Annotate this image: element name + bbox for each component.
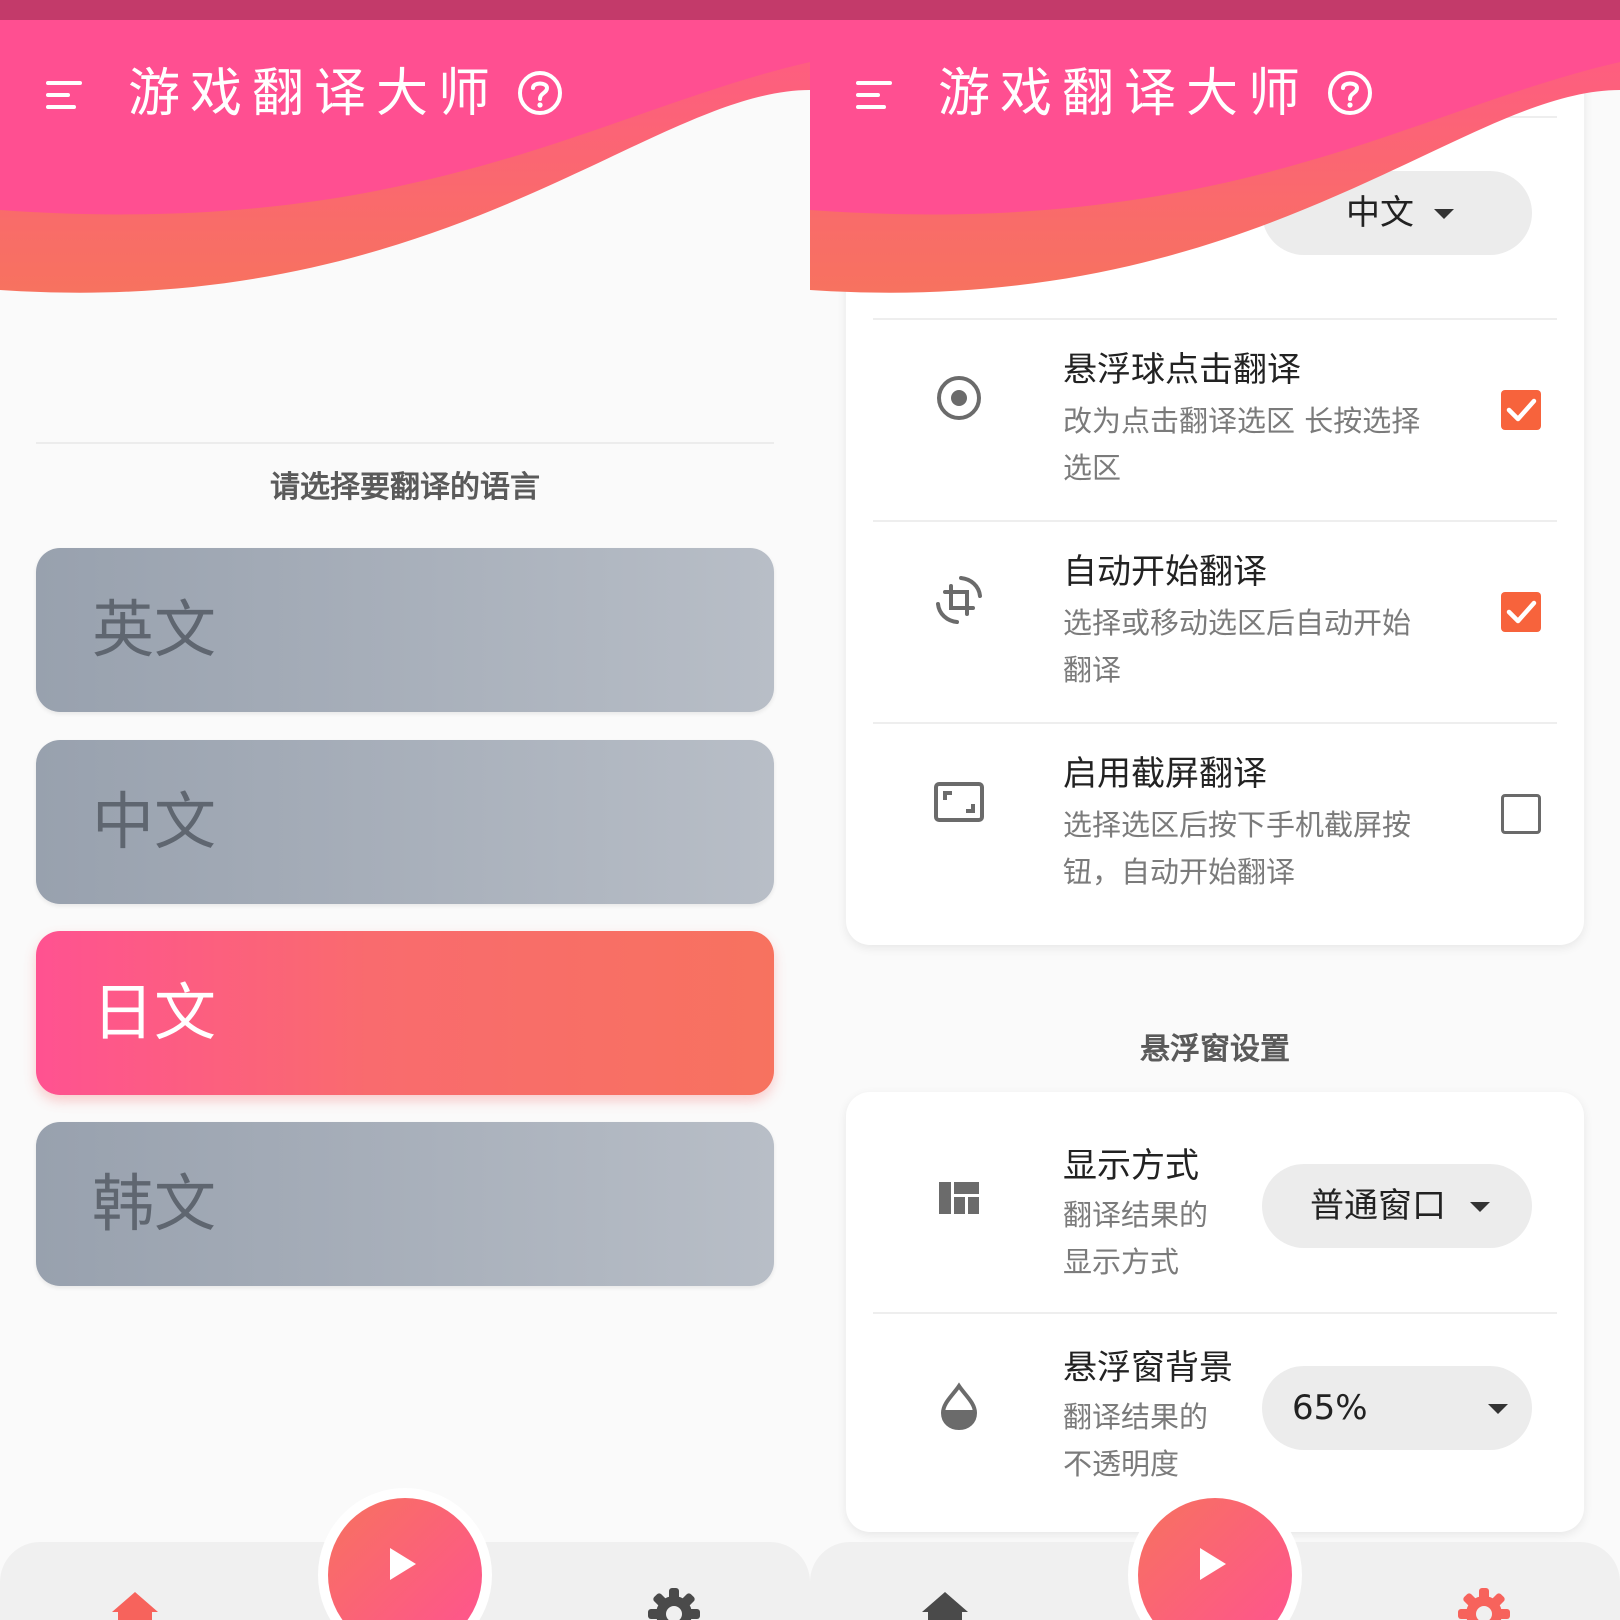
chevron-down-icon: [1488, 1404, 1508, 1414]
setting-title: 悬浮球点击翻译: [1063, 350, 1301, 390]
play-icon: [390, 1548, 416, 1580]
setting-title: 显示方式: [1063, 1146, 1199, 1186]
help-icon[interactable]: [516, 69, 564, 117]
setting-title: 悬浮窗背景: [1063, 1348, 1233, 1388]
setting-description: 翻译结果的不透明度: [1063, 1400, 1209, 1481]
background-opacity-dropdown[interactable]: 65%: [1262, 1366, 1532, 1450]
status-bar: [810, 0, 1620, 20]
setting-row-auto-translate[interactable]: 自动开始翻译 选择或移动选区后自动开始翻译: [873, 520, 1557, 722]
setting-description: 改为点击翻译选区 长按选择选区: [1063, 404, 1421, 485]
setting-description: 翻译结果的显示方式: [1063, 1198, 1209, 1279]
app-bar: 游戏翻译大师: [810, 55, 1620, 135]
menu-icon[interactable]: [44, 77, 84, 113]
gear-icon[interactable]: [648, 1588, 700, 1620]
home-icon[interactable]: [920, 1590, 970, 1620]
setting-row-screenshot-translate[interactable]: 启用截屏翻译 选择选区后按下手机截屏按钮，自动开始翻译: [873, 722, 1557, 924]
language-heading: 请选择要翻译的语言: [270, 470, 540, 505]
checkbox-unchecked[interactable]: [1501, 794, 1541, 834]
opacity-drop-icon: [940, 1382, 978, 1431]
checkbox-checked[interactable]: [1501, 390, 1541, 430]
setting-description: 选择或移动选区后自动开始翻译: [1063, 606, 1412, 687]
app-bar: 游戏翻译大师: [0, 55, 810, 135]
language-option-japanese[interactable]: 日文: [36, 931, 774, 1095]
language-option-chinese[interactable]: 中文: [36, 740, 774, 904]
play-icon: [1200, 1548, 1226, 1580]
crop-rotate-icon: [936, 576, 982, 624]
language-screen: 游戏翻译大师 请选择要翻译的语言 英文 中文 日文 韩文: [0, 0, 810, 1620]
display-mode-dropdown[interactable]: 普通窗口: [1262, 1164, 1532, 1248]
app-title: 游戏翻译大师: [938, 64, 1311, 124]
help-icon[interactable]: [1326, 69, 1374, 117]
setting-title: 自动开始翻译: [1063, 552, 1267, 592]
start-translate-fab[interactable]: [318, 1488, 492, 1620]
app-title: 游戏翻译大师: [128, 64, 501, 124]
language-option-label: 英文: [92, 593, 217, 666]
home-icon[interactable]: [110, 1590, 160, 1620]
setting-row-display-mode: 显示方式 翻译结果的显示方式 普通窗口: [873, 1092, 1557, 1312]
setting-description: 选择选区后按下手机截屏按钮，自动开始翻译: [1063, 808, 1412, 889]
language-option-english[interactable]: 英文: [36, 548, 774, 712]
language-option-korean[interactable]: 韩文: [36, 1122, 774, 1286]
screenshot-frame-icon: [934, 782, 984, 822]
setting-title: 启用截屏翻译: [1063, 754, 1267, 794]
section-title-floating-window: 悬浮窗设置: [1140, 1032, 1290, 1067]
layout-grid-icon: [939, 1182, 979, 1214]
floating-window-card: 显示方式 翻译结果的显示方式 普通窗口 悬浮窗背景 翻译结果的不透明度 65%: [846, 1092, 1584, 1532]
setting-row-float-ball-click[interactable]: 悬浮球点击翻译 改为点击翻译选区 长按选择选区: [873, 318, 1557, 520]
checkbox-checked[interactable]: [1501, 592, 1541, 632]
menu-icon[interactable]: [854, 77, 894, 113]
gear-icon[interactable]: [1458, 1588, 1510, 1620]
settings-screen: 中文 悬浮球点击翻译 改为点击翻译选区 长按选择选区 自动开始翻译 选择或移动选…: [810, 0, 1620, 1620]
language-option-label: 日文: [92, 976, 217, 1049]
language-option-label: 中文: [92, 785, 217, 858]
status-bar: [0, 0, 810, 20]
language-option-label: 韩文: [92, 1167, 217, 1240]
divider: [36, 442, 774, 444]
chevron-down-icon: [1470, 1202, 1490, 1212]
radio-target-icon: [937, 376, 981, 420]
